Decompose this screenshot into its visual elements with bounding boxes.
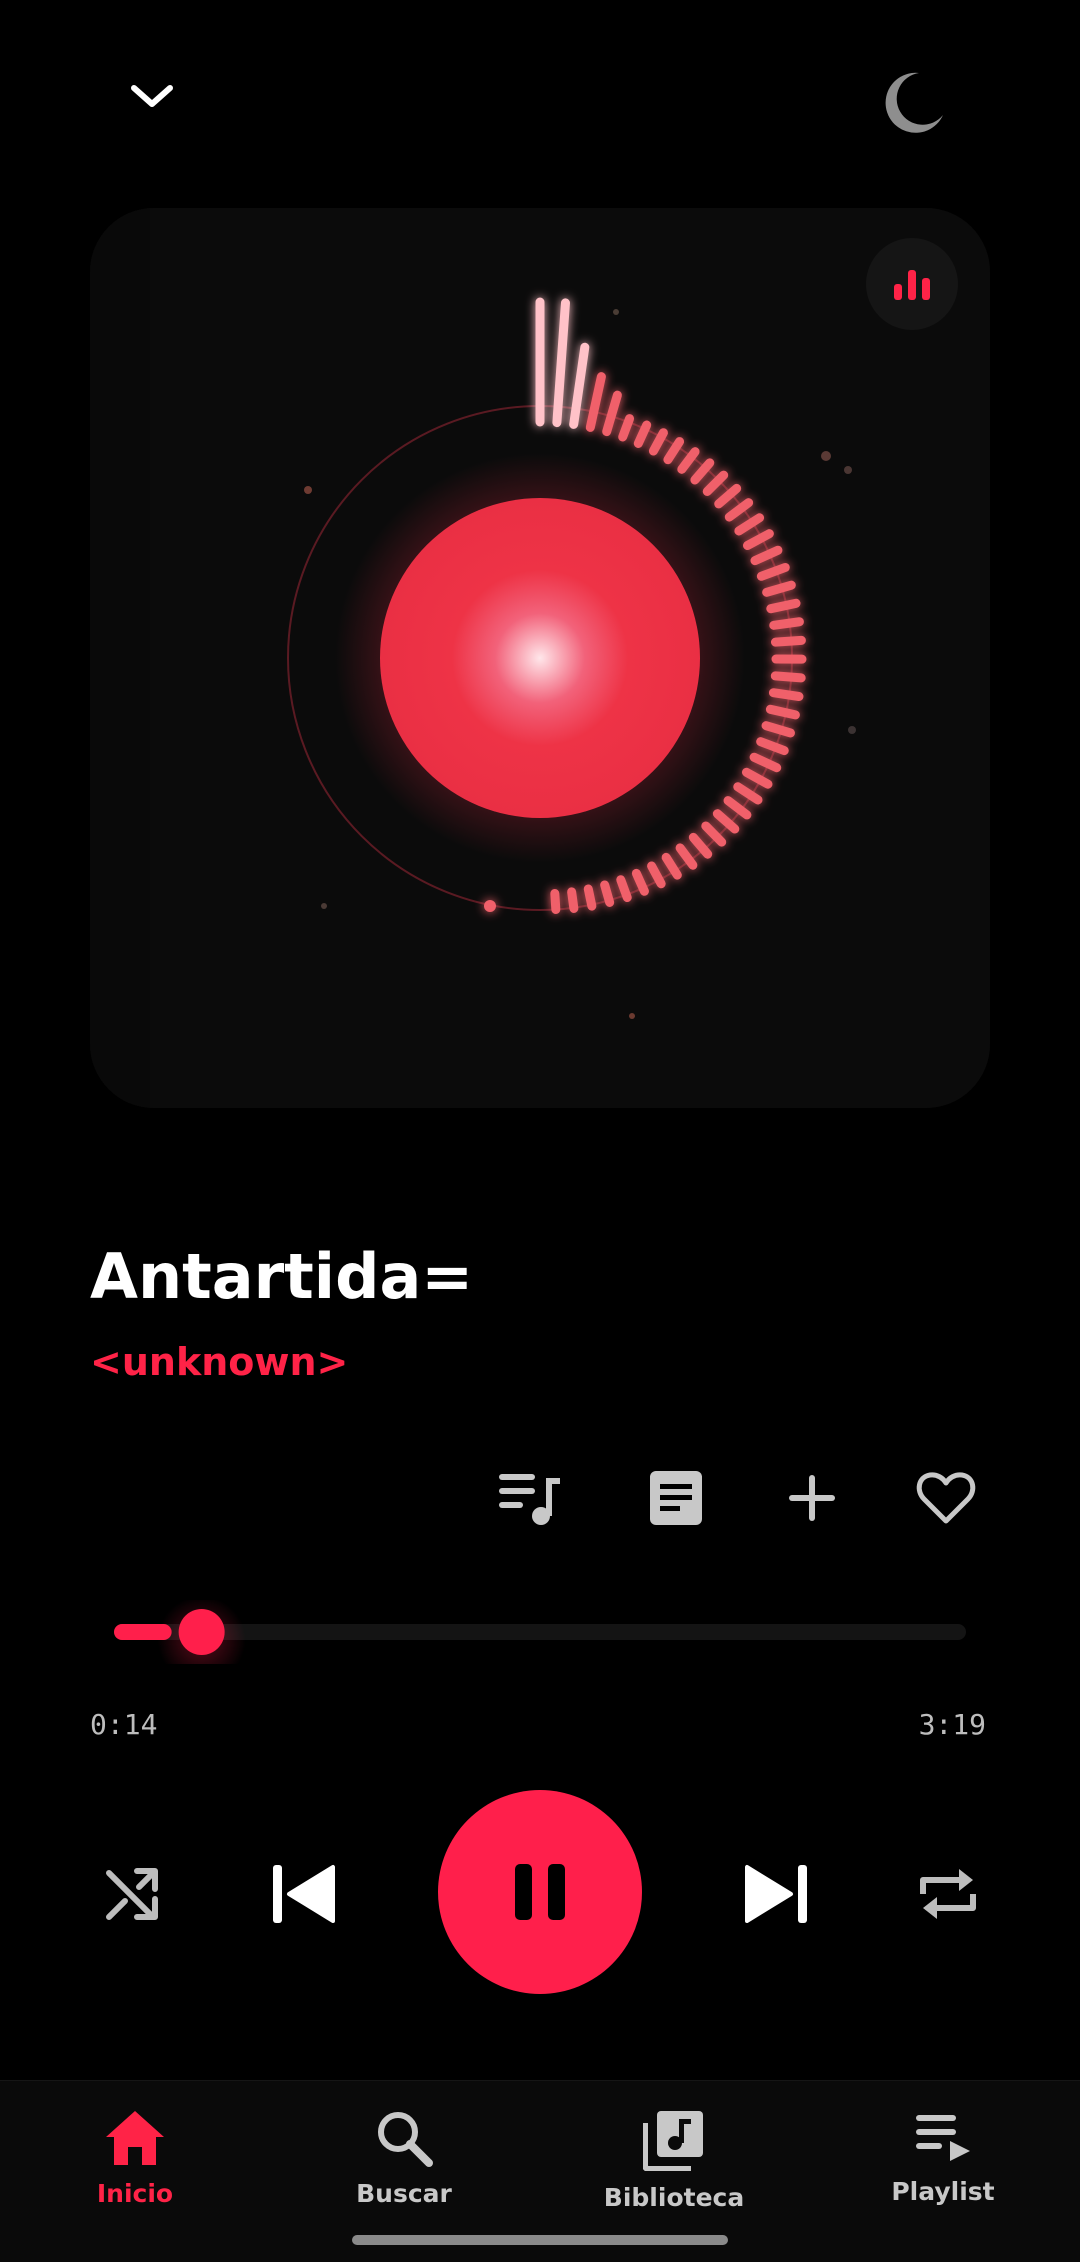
skip-next-icon xyxy=(743,1863,809,1925)
total-duration: 3:19 xyxy=(919,1708,986,1741)
visualizer-bar xyxy=(770,709,795,715)
next-button[interactable] xyxy=(734,1852,818,1936)
home-icon xyxy=(104,2109,166,2167)
nav-label-inicio: Inicio xyxy=(97,2179,173,2208)
particle xyxy=(848,726,856,734)
track-artist: <unknown> xyxy=(90,1340,348,1384)
theme-toggle-button[interactable] xyxy=(874,62,954,142)
visualizer-card xyxy=(90,208,990,1108)
visualizer-bar xyxy=(775,676,801,678)
nav-label-buscar: Buscar xyxy=(356,2179,452,2208)
elapsed-time: 0:14 xyxy=(90,1708,157,1741)
queue-button[interactable] xyxy=(490,1462,570,1534)
collapse-button[interactable] xyxy=(122,66,182,126)
particle xyxy=(844,466,852,474)
visualizer-bar xyxy=(572,892,574,909)
visualizer-bar xyxy=(605,885,610,902)
shuffle-button[interactable] xyxy=(92,1854,172,1934)
queue-music-icon xyxy=(497,1470,563,1526)
visualizer-style-button[interactable] xyxy=(866,238,958,330)
visualizer-bar xyxy=(773,693,799,697)
particle xyxy=(613,309,619,315)
add-to-playlist-button[interactable] xyxy=(772,1462,852,1534)
lyrics-button[interactable] xyxy=(636,1462,716,1534)
playlist-icon xyxy=(914,2109,972,2165)
gesture-navigation-bar xyxy=(352,2235,728,2245)
visualizer-bar xyxy=(775,640,801,642)
chevron-down-icon xyxy=(130,82,174,110)
visualizer-bar xyxy=(774,622,800,626)
previous-button[interactable] xyxy=(262,1852,346,1936)
nav-item-inicio[interactable]: Inicio xyxy=(35,2109,235,2208)
visualizer-bar xyxy=(621,880,627,898)
particle xyxy=(321,903,327,909)
repeat-button[interactable] xyxy=(908,1854,988,1934)
equalizer-bars-icon xyxy=(892,266,932,302)
lyrics-icon xyxy=(650,1471,702,1525)
skip-previous-icon xyxy=(271,1863,337,1925)
track-title: Antartida= xyxy=(90,1240,473,1313)
favorite-button[interactable] xyxy=(906,1462,986,1534)
particle xyxy=(821,451,831,461)
particle xyxy=(304,486,312,494)
play-pause-button[interactable] xyxy=(438,1790,642,1994)
heart-icon xyxy=(916,1471,976,1525)
nav-item-playlist[interactable]: Playlist xyxy=(843,2109,1043,2206)
visualizer-bar xyxy=(555,894,556,910)
visualizer-bar xyxy=(588,889,592,906)
repeat-icon xyxy=(917,1864,979,1924)
nav-label-biblioteca: Biblioteca xyxy=(604,2183,744,2212)
visualizer-bar xyxy=(771,603,796,608)
visualizer-bar xyxy=(623,419,630,437)
progress-slider[interactable] xyxy=(90,1600,990,1664)
moon-icon xyxy=(881,69,947,135)
progress-thumb[interactable] xyxy=(179,1609,225,1655)
visualizer-bar xyxy=(484,900,496,912)
plus-icon xyxy=(787,1473,837,1523)
nav-item-biblioteca[interactable]: Biblioteca xyxy=(574,2109,774,2212)
pause-icon xyxy=(513,1862,567,1922)
vinyl-disc xyxy=(380,498,700,818)
library-music-icon xyxy=(643,2109,705,2171)
shuffle-icon xyxy=(103,1865,161,1923)
visualizer-canvas xyxy=(90,208,990,1108)
search-icon xyxy=(375,2109,433,2167)
particle xyxy=(629,1013,635,1019)
nav-item-buscar[interactable]: Buscar xyxy=(304,2109,504,2208)
nav-label-playlist: Playlist xyxy=(891,2177,994,2206)
